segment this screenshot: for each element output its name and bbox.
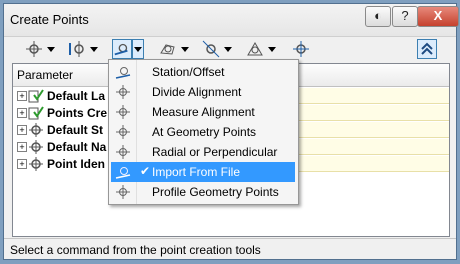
radial-perpendicular-icon [116, 145, 130, 159]
chevron-down-icon [181, 46, 189, 52]
tree-row-label: Default Na [47, 140, 107, 154]
menu-item-label: Import From File [152, 165, 241, 179]
menu-item-label: At Geometry Points [152, 125, 257, 139]
convert-tool[interactable] [291, 39, 311, 59]
intersection-icon [69, 41, 84, 57]
import-file-icon [115, 167, 131, 179]
chevron-down-icon [134, 46, 142, 52]
expand-icon[interactable]: + [17, 142, 27, 152]
parameter-column-header[interactable]: Parameter [17, 68, 73, 82]
chevron-down-icon [224, 46, 232, 52]
menu-item-label: Radial or Perpendicular [152, 145, 278, 159]
options-button[interactable]: ◐ [365, 6, 391, 27]
collapse-button[interactable] [417, 39, 437, 59]
menu-item-profile-geometry-points[interactable]: Profile Geometry Points [111, 182, 295, 202]
point-style-icon [29, 157, 43, 171]
surface-tool[interactable] [158, 39, 189, 59]
interpolate-tool[interactable] [201, 39, 232, 59]
menu-item-measure-alignment[interactable]: Measure Alignment [111, 102, 295, 122]
menu-item-label: Divide Alignment [152, 85, 242, 99]
menu-item-divide-alignment[interactable]: Divide Alignment [111, 82, 295, 102]
menu-item-label: Measure Alignment [152, 105, 255, 119]
point-style-icon [29, 123, 43, 137]
miscellaneous-tool[interactable] [24, 39, 55, 59]
double-chevron-up-icon [421, 42, 433, 55]
divide-alignment-icon [116, 85, 130, 99]
menu-item-label: Station/Offset [152, 65, 225, 79]
chevron-down-icon [47, 46, 55, 52]
profile-geometry-icon [116, 185, 130, 199]
point-tool-icon [26, 41, 42, 57]
window-frame: Create Points ◐ ? X Parameter + Default … [0, 0, 460, 264]
menu-item-label: Profile Geometry Points [152, 185, 279, 199]
layer-icon [28, 89, 44, 103]
alignment-dropdown-button[interactable] [132, 39, 144, 59]
surface-point-icon [160, 44, 175, 55]
tree-row-label: Point Iden [47, 157, 105, 171]
title-bar: Create Points ◐ ? X [4, 4, 459, 37]
geometry-points-icon [116, 125, 130, 139]
intersection-tool[interactable] [67, 39, 98, 59]
menu-item-radial-or-perpendicular[interactable]: Radial or Perpendicular [111, 142, 295, 162]
slope-tool[interactable] [245, 39, 276, 59]
expand-icon[interactable]: + [17, 91, 27, 101]
options-icon: ◐ [374, 8, 382, 23]
checkmark-icon: ✔ [140, 164, 151, 178]
alignment-dropdown-menu: Station/Offset Divide Alignment Measure … [108, 59, 299, 205]
tree-row-label: Points Cre [47, 106, 108, 120]
close-icon: X [433, 8, 443, 23]
tree-row-label: Default St [47, 123, 104, 137]
help-icon: ? [401, 8, 409, 23]
menu-item-station-offset[interactable]: Station/Offset [111, 62, 295, 82]
convert-points-icon [293, 41, 309, 57]
expand-icon[interactable]: + [17, 108, 27, 118]
interpolate-icon [202, 40, 220, 58]
expand-icon[interactable]: + [17, 125, 27, 135]
help-button[interactable]: ? [392, 6, 418, 27]
close-button[interactable]: X [417, 6, 459, 27]
alignment-point-icon [112, 39, 132, 59]
point-style-icon [29, 140, 43, 154]
menu-item-import-from-file[interactable]: ✔ Import From File [111, 162, 295, 182]
status-bar: Select a command from the point creation… [4, 238, 456, 260]
slope-icon [247, 42, 263, 56]
chevron-down-icon [268, 46, 276, 52]
expand-icon[interactable]: + [17, 159, 27, 169]
menu-item-at-geometry-points[interactable]: At Geometry Points [111, 122, 295, 142]
window-title: Create Points [10, 12, 89, 27]
layer-icon [28, 106, 44, 120]
alignment-tool[interactable] [112, 39, 144, 59]
tree-row-label: Default La [47, 89, 106, 103]
chevron-down-icon [90, 46, 98, 52]
measure-alignment-icon [116, 105, 130, 119]
station-offset-icon [115, 67, 131, 79]
status-text: Select a command from the point creation… [10, 243, 261, 257]
